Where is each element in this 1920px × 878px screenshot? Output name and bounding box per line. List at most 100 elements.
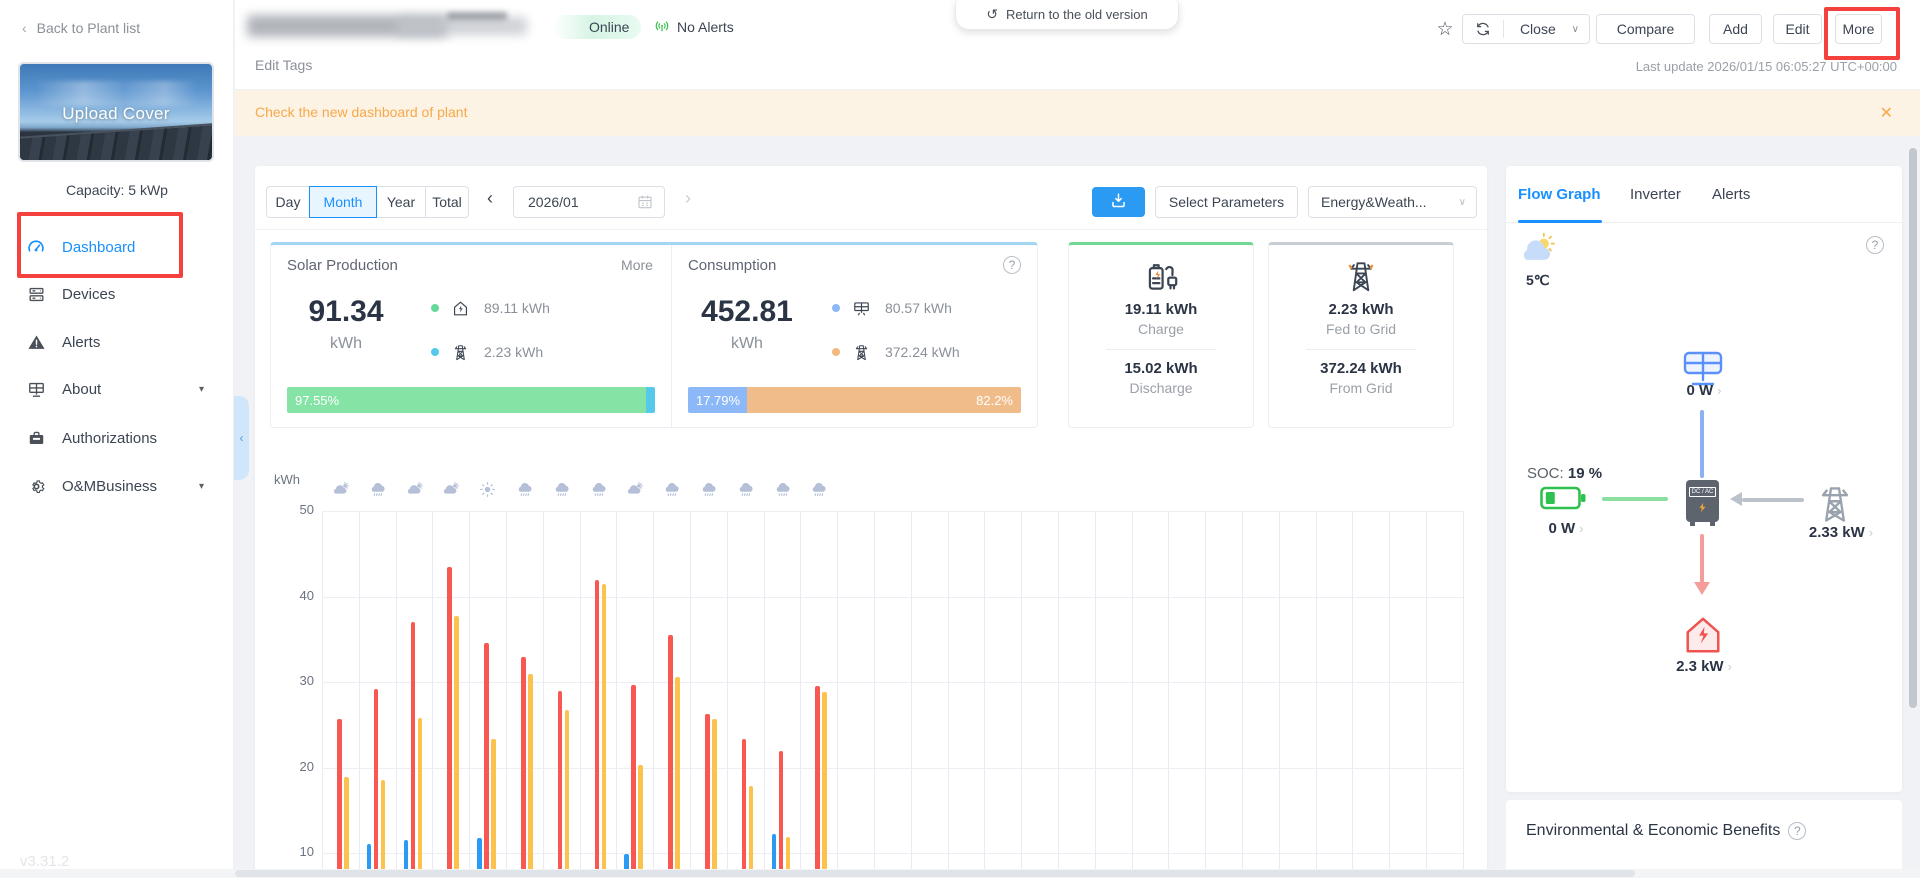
charge-label: Charge <box>1138 321 1184 337</box>
add-button[interactable]: Add <box>1709 14 1762 44</box>
grid-power-label: 2.33 kW › <box>1808 524 1874 541</box>
chart-gridline-v <box>1278 511 1280 878</box>
parameter-dropdown[interactable]: Energy&Weath... ∨ <box>1308 186 1477 218</box>
download-button[interactable] <box>1092 187 1145 217</box>
tab-day[interactable]: Day <box>266 186 310 218</box>
pylon-icon <box>852 343 871 362</box>
chevron-right-icon[interactable]: › <box>1579 521 1583 536</box>
fed-to-grid-label: Fed to Grid <box>1325 321 1397 337</box>
solar-fed-to-grid-row: 2.23 kWh <box>431 341 550 363</box>
consumption-from-solar-value: 80.57 kWh <box>884 300 952 316</box>
chart-bar-red <box>741 739 747 878</box>
sidebar-item-authorizations[interactable]: Authorizations <box>0 418 234 458</box>
date-picker-input[interactable]: 2026/01 <box>513 186 665 218</box>
flow-line-grid <box>1742 498 1804 502</box>
chart-weather-row <box>322 480 1463 500</box>
chart-gridline-v <box>469 511 471 878</box>
sidebar-item-om-business[interactable]: O&MBusiness ▾ <box>0 466 234 506</box>
from-grid-value: 372.24 kWh <box>1320 360 1402 377</box>
close-button[interactable]: Close <box>1504 21 1572 37</box>
chevron-right-icon[interactable]: › <box>1717 383 1721 398</box>
chart-gridline-v <box>653 511 655 878</box>
chart-bar-red <box>815 686 820 878</box>
chart-bar-yellow <box>491 739 496 878</box>
date-prev-icon[interactable]: ‹ <box>487 188 493 209</box>
benefits-card: Environmental & Economic Benefits ? <box>1506 800 1902 878</box>
chart-gridline-v <box>690 511 691 878</box>
sidebar-item-alerts[interactable]: Alerts <box>0 322 234 362</box>
flow-house-icon <box>1682 614 1724 656</box>
chart-gridline-v <box>506 511 507 878</box>
edit-button[interactable]: Edit <box>1773 14 1822 44</box>
chart-gridline-v <box>947 511 949 878</box>
sidebar-item-dashboard[interactable]: Dashboard <box>0 227 234 267</box>
tab-month[interactable]: Month <box>309 186 377 218</box>
sidebar-item-label: About <box>62 380 102 398</box>
tab-alerts[interactable]: Alerts <box>1712 186 1750 203</box>
flow-line-load <box>1700 534 1704 584</box>
chart-gridline-v <box>874 511 875 878</box>
date-value: 2026/01 <box>528 194 579 210</box>
close-button-group[interactable]: Close ∨ <box>1462 14 1590 44</box>
close-icon[interactable]: ✕ <box>1880 103 1893 123</box>
consumption-value: 452.81 kWh <box>701 295 793 352</box>
horizontal-scrollbar[interactable] <box>235 870 1635 877</box>
compare-button[interactable]: Compare <box>1596 14 1695 44</box>
sidebar-collapse-handle[interactable]: ‹ <box>234 396 249 480</box>
back-to-plant-list-link[interactable]: ‹ Back to Plant list <box>22 20 140 36</box>
chevron-down-icon: ∨ <box>1571 23 1579 35</box>
tab-inverter[interactable]: Inverter <box>1630 186 1681 203</box>
chart-y-tick: 40 <box>299 587 314 603</box>
more-button[interactable]: More <box>1835 14 1882 44</box>
chevron-right-icon[interactable]: › <box>1728 659 1732 674</box>
cloud-sun-icon <box>1518 232 1558 266</box>
flow-load-arrowhead <box>1694 582 1710 595</box>
chart-bar-yellow <box>712 718 717 878</box>
sidebar-item-devices[interactable]: Devices <box>0 274 234 314</box>
chart-bar-red <box>594 580 600 878</box>
briefcase-icon <box>26 428 46 448</box>
vertical-scrollbar[interactable] <box>1909 148 1917 708</box>
return-old-version-button[interactable]: ↺ Return to the old version <box>955 0 1179 30</box>
weather-sunny-icon <box>478 480 497 499</box>
select-parameters-button[interactable]: Select Parameters <box>1155 186 1298 218</box>
sidebar-item-about[interactable]: About ▾ <box>0 369 234 409</box>
no-alerts-status: No Alerts <box>653 15 734 39</box>
flow-panel: Flow Graph Inverter Alerts ? 5℃ 0 W › SOC… <box>1506 166 1902 792</box>
upload-cover-image[interactable]: Upload Cover <box>18 62 214 162</box>
chevron-right-icon[interactable]: › <box>1869 525 1873 540</box>
chart-bar-red <box>631 684 636 878</box>
solar-more-link[interactable]: More <box>621 257 653 273</box>
help-icon[interactable]: ? <box>1788 822 1807 840</box>
solar-production-value: 91.34 kWh <box>308 295 384 352</box>
flow-grid-arrowhead <box>1730 492 1742 506</box>
sidebar-item-label: Dashboard <box>62 238 136 256</box>
load-power-label: 2.3 kW › <box>1676 658 1732 675</box>
tab-total[interactable]: Total <box>425 186 469 218</box>
soc-label: SOC: 19 % <box>1527 465 1603 482</box>
chart-gridline-v <box>1168 511 1170 878</box>
tab-year[interactable]: Year <box>376 186 426 218</box>
consumption-from-grid-value: 372.24 kWh <box>884 344 960 360</box>
date-next-icon[interactable]: › <box>685 188 691 209</box>
chart-bar-yellow <box>454 616 459 878</box>
pylon-icon <box>451 343 470 362</box>
chart-gridline-v <box>616 511 618 878</box>
favorite-star-icon[interactable]: ☆ <box>1431 14 1459 44</box>
chart-gridline-v <box>1094 511 1096 878</box>
chevron-left-icon: ‹ <box>22 20 27 36</box>
sidebar-item-label: O&MBusiness <box>62 477 158 495</box>
tab-flow-graph[interactable]: Flow Graph <box>1518 186 1601 203</box>
flow-line-pv <box>1700 410 1704 478</box>
legend-dot-teal <box>431 348 439 356</box>
help-icon[interactable]: ? <box>1003 256 1021 274</box>
help-icon[interactable]: ? <box>1866 236 1884 254</box>
chart-bar-yellow <box>748 786 754 878</box>
banner-message-link[interactable]: Check the new dashboard of plant <box>255 104 467 120</box>
chart-gridline-v <box>1426 511 1427 878</box>
edit-tags-link[interactable]: Edit Tags <box>255 57 312 73</box>
refresh-icon[interactable] <box>1463 20 1503 38</box>
chart-bar-yellow <box>417 717 423 878</box>
divider <box>1106 349 1216 350</box>
chart-bar-red <box>705 713 710 878</box>
